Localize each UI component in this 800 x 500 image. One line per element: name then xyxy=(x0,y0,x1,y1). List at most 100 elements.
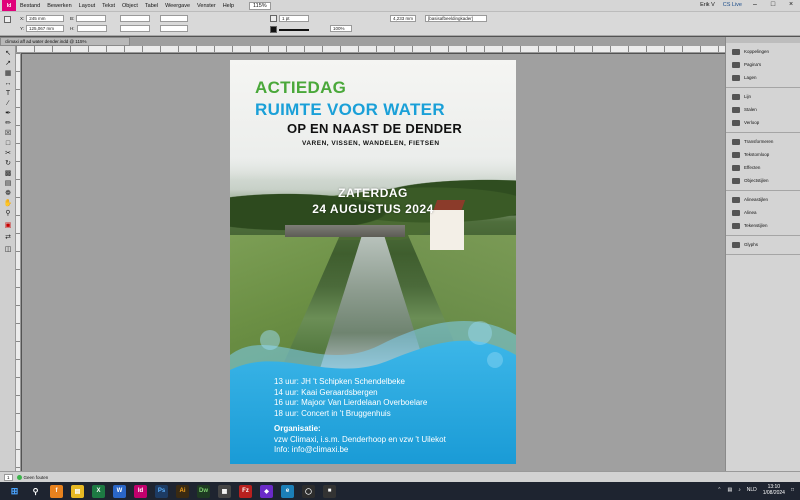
vertical-ruler[interactable] xyxy=(16,53,21,471)
panel-label: Glyphs xyxy=(744,242,759,247)
notification-icon[interactable]: □ xyxy=(791,487,794,493)
pen-tool-icon[interactable]: ✒ xyxy=(3,109,13,118)
minimize-icon[interactable]: – xyxy=(750,1,760,8)
word-icon[interactable]: W xyxy=(113,484,126,498)
line-tool-icon[interactable]: ∕ xyxy=(3,99,13,108)
stroke-type[interactable] xyxy=(279,28,309,31)
indesign-taskbar-icon[interactable]: Id xyxy=(134,484,147,498)
file-explorer-icon[interactable]: ▤ xyxy=(71,484,84,498)
menu-weergave[interactable]: Weergave xyxy=(165,3,190,9)
panel-tekstomloop[interactable]: Tekstomloop xyxy=(726,148,800,161)
transform-tool-icon[interactable]: ↻ xyxy=(3,159,13,168)
language-indicator[interactable]: NLD xyxy=(747,487,757,493)
h-field[interactable] xyxy=(76,25,107,32)
document-page[interactable]: ACTIEDAG RUIMTE VOOR WATER OP EN NAAST D… xyxy=(230,60,516,464)
dreamweaver-icon[interactable]: Dw xyxy=(197,484,210,498)
cs-live[interactable]: CS Live xyxy=(723,2,742,8)
panel-stalen[interactable]: Stalen xyxy=(726,103,800,116)
fill-icon[interactable] xyxy=(270,15,277,22)
menu-tabel[interactable]: Tabel xyxy=(145,3,158,9)
y-field[interactable]: 125,067 mm xyxy=(26,25,65,32)
menu-bar: Id Bestand Bewerken Layout Tekst Object … xyxy=(0,0,800,12)
panel-alinea[interactable]: Alinea xyxy=(726,206,800,219)
zoom-level[interactable]: 115% xyxy=(249,1,271,10)
panel-transformeren[interactable]: Transformeren xyxy=(726,135,800,148)
panel-label: Alinea xyxy=(744,210,757,215)
menu-layout[interactable]: Layout xyxy=(79,3,96,9)
document-tab[interactable]: climaxi aff ad water dender.indd @ 115% xyxy=(0,37,130,46)
stroke-icon[interactable] xyxy=(270,26,277,33)
pencil-tool-icon[interactable]: ✏ xyxy=(3,119,13,128)
note-tool-icon[interactable]: ▤ xyxy=(3,179,13,188)
direct-select-tool-icon[interactable]: ↗ xyxy=(3,59,13,68)
stroke-weight-field[interactable]: 1 pt xyxy=(279,15,309,22)
volume-icon[interactable]: ♪ xyxy=(738,487,741,493)
rotate-field[interactable] xyxy=(160,15,188,22)
preflight-ok-icon xyxy=(16,474,22,480)
panel-paginas[interactable]: Pagina's xyxy=(726,58,800,71)
panel-alineastijlen[interactable]: Alineastijlen xyxy=(726,193,800,206)
firefox-icon[interactable]: f xyxy=(50,484,63,498)
w-field[interactable] xyxy=(76,15,107,22)
hand-tool-icon[interactable]: ✋ xyxy=(3,199,13,208)
maximize-icon[interactable]: □ xyxy=(768,1,778,8)
menu-bestand[interactable]: Bestand xyxy=(20,3,40,9)
schedule-item: 16 uur: Majoor Van Lierdelaan Overboelar… xyxy=(274,398,428,407)
menu-object[interactable]: Object xyxy=(122,3,138,9)
photoshop-icon[interactable]: Ps xyxy=(155,484,168,498)
panel-lagen[interactable]: Lagen xyxy=(726,71,800,84)
panel-glyphs[interactable]: Glyphs xyxy=(726,238,800,251)
scale-y-field[interactable] xyxy=(120,25,150,32)
object-style-select[interactable]: [basisafbeeldingkader] xyxy=(425,15,487,22)
panel-lijn[interactable]: Lijn xyxy=(726,90,800,103)
app-icon[interactable]: ◆ xyxy=(260,484,273,498)
x-field[interactable]: 245 mm xyxy=(26,15,65,22)
user-name[interactable]: Erik V xyxy=(700,2,715,8)
reference-point-icon[interactable] xyxy=(4,16,11,23)
shear-field[interactable] xyxy=(160,25,188,32)
app-icon[interactable]: ▦ xyxy=(218,484,231,498)
page-number-field[interactable]: 1 xyxy=(4,473,13,481)
screen-mode-icon[interactable]: ◫ xyxy=(3,245,13,254)
panel-koppelingen[interactable]: Koppelingen xyxy=(726,45,800,58)
scissors-tool-icon[interactable]: ✂ xyxy=(3,149,13,158)
excel-icon[interactable]: X xyxy=(92,484,105,498)
opacity-field[interactable]: 100% xyxy=(330,25,352,32)
windows-start-icon[interactable]: ⊞ xyxy=(8,485,21,498)
close-icon[interactable]: × xyxy=(786,1,796,8)
clock[interactable]: 13:10 1/08/2024 xyxy=(763,484,785,496)
type-tool-icon[interactable]: T xyxy=(3,89,13,98)
rect-frame-tool-icon[interactable]: ☒ xyxy=(3,129,13,138)
menu-bewerken[interactable]: Bewerken xyxy=(47,3,71,9)
size-field[interactable]: 4,233 mm xyxy=(390,15,416,22)
panel-verloop[interactable]: Verloop xyxy=(726,116,800,129)
app-icon[interactable]: ◯ xyxy=(302,484,315,498)
tray-chevron-icon[interactable]: ⌃ xyxy=(717,487,721,493)
panel-effecten[interactable]: Effecten xyxy=(726,161,800,174)
menu-help[interactable]: Help xyxy=(223,3,234,9)
app-icon[interactable]: ■ xyxy=(323,484,336,498)
filezilla-icon[interactable]: Fz xyxy=(239,484,252,498)
info-email: Info: info@climaxi.be xyxy=(274,445,349,454)
panel-tekenstijlen[interactable]: Tekenstijlen xyxy=(726,219,800,232)
page-tool-icon[interactable]: ▦ xyxy=(3,69,13,78)
menu-tekst[interactable]: Tekst xyxy=(102,3,115,9)
gradient-tool-icon[interactable]: ▩ xyxy=(3,169,13,178)
fill-stroke-icon[interactable]: ▣ xyxy=(3,221,13,230)
scale-x-field[interactable] xyxy=(120,15,150,22)
pointer-tool-icon[interactable]: ↖ xyxy=(3,49,13,58)
search-icon[interactable]: ⚲ xyxy=(29,485,42,498)
horizontal-ruler[interactable] xyxy=(16,46,725,53)
eyedropper-tool-icon[interactable]: ❁ xyxy=(3,189,13,198)
gap-tool-icon[interactable]: ↔ xyxy=(3,79,13,88)
network-icon[interactable]: ▤ xyxy=(727,487,732,493)
preflight-status[interactable]: Geen fouten xyxy=(16,474,48,480)
illustrator-icon[interactable]: Ai xyxy=(176,484,189,498)
zoom-tool-icon[interactable]: ⚲ xyxy=(3,209,13,218)
edge-icon[interactable]: e xyxy=(281,484,294,498)
menu-venster[interactable]: Venster xyxy=(197,3,216,9)
schedule-item: 14 uur: Kaai Geraardsbergen xyxy=(274,387,378,397)
panel-objectstijlen[interactable]: Objectstijlen xyxy=(726,174,800,187)
rect-tool-icon[interactable]: □ xyxy=(3,139,13,148)
swap-colors-icon[interactable]: ⇄ xyxy=(3,233,13,242)
